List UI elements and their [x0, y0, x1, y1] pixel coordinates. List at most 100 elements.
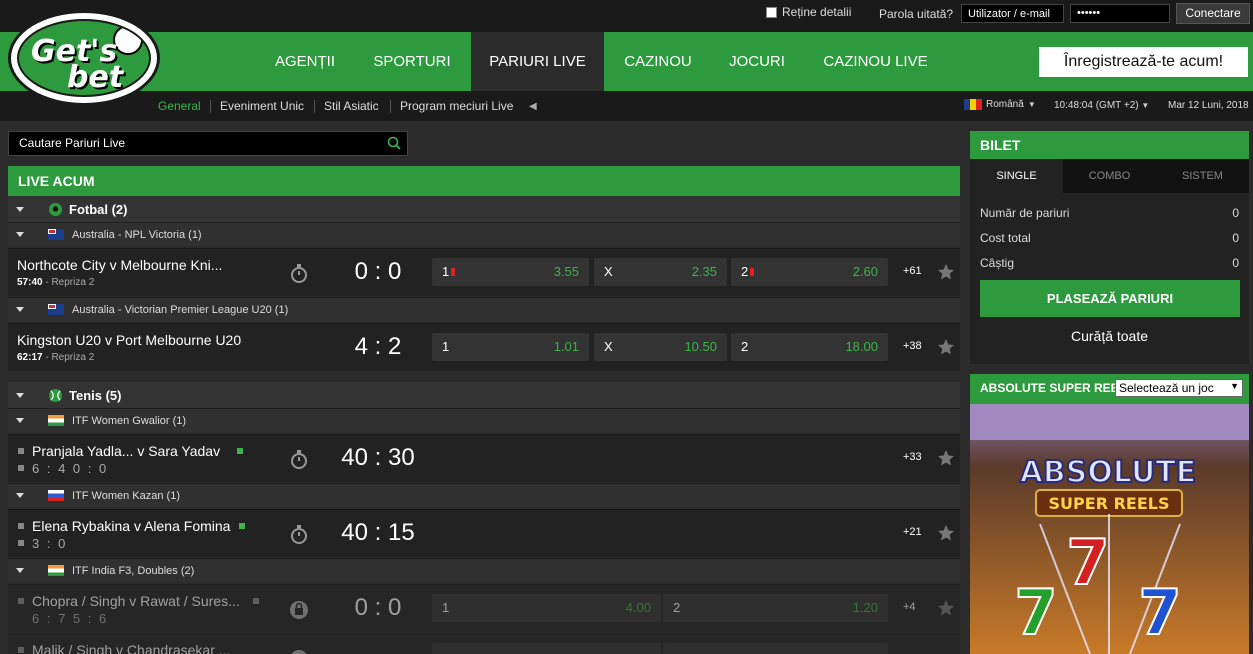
star-icon[interactable] [937, 599, 955, 617]
place-bets-button[interactable]: PLASEAZĂ PARIURI [980, 280, 1240, 317]
bets-count-value: 0 [1232, 206, 1239, 220]
star-icon[interactable] [937, 338, 955, 356]
star-icon[interactable] [937, 449, 955, 467]
serve-indicator [18, 523, 24, 529]
subnav-stil-asiatic[interactable]: Stil Asiatic [324, 99, 379, 113]
league-row[interactable]: ITF Women Kazan (1) [8, 483, 960, 507]
odd-button[interactable]: 2 1.20 [663, 594, 888, 622]
league-label: ITF India F3, Doubles (2) [72, 564, 195, 577]
match-row[interactable]: Elena Rybakina v Alena Fomina 3 : 0 40 :… [8, 509, 960, 557]
serve-indicator-active [237, 448, 243, 454]
star-icon[interactable] [937, 524, 955, 542]
league-label: Australia - Victorian Premier League U20… [72, 303, 289, 316]
seven-symbol-blue: 7 [1138, 576, 1181, 649]
tab-single[interactable]: SINGLE [970, 159, 1063, 193]
nav-cazinou-live[interactable]: CAZINOU LIVE [808, 32, 943, 91]
game-select-value: Selectează un joc [1119, 381, 1214, 395]
username-input[interactable]: Utilizator / e-mail [961, 4, 1064, 23]
odd-button[interactable]: X 10.50 [594, 333, 727, 361]
search-input[interactable]: Cautare Pariuri Live [8, 131, 408, 156]
register-button[interactable]: Înregistrează-te acum! [1039, 47, 1248, 77]
odd-button[interactable]: 1 3.55 [432, 258, 589, 286]
speaker-icon[interactable]: ◀ [529, 101, 537, 112]
odd-button[interactable]: 1 4.00 [432, 594, 661, 622]
match-teams[interactable]: Northcote City v Melbourne Kni... [17, 257, 222, 273]
subnav-program-live[interactable]: Program meciuri Live [400, 99, 513, 113]
match-row-suspended[interactable]: Chopra / Singh v Rawat / Sures... 6 : 7 … [8, 584, 960, 632]
match-clock: 62:17 [17, 352, 43, 363]
match-row[interactable]: Kingston U20 v Port Melbourne U20 62:17 … [8, 323, 960, 371]
slot-title-line1: ABSOLUTE [1020, 455, 1197, 490]
subnav-eveniment-unic[interactable]: Eveniment Unic [220, 99, 304, 113]
more-markets-link[interactable]: +21 [903, 526, 922, 538]
total-cost-value: 0 [1232, 231, 1239, 245]
odd-button[interactable]: 2 18.00 [731, 333, 888, 361]
login-button[interactable]: Conectare [1176, 3, 1250, 24]
slot-game-banner[interactable]: ABSOLUTE SUPER REELS 7 7 7 [970, 404, 1249, 654]
league-row[interactable]: Australia - Victorian Premier League U20… [8, 297, 960, 321]
sport-row-football[interactable]: Fotbal (2) [8, 196, 960, 222]
match-teams[interactable]: Pranjala Yadla... v Sara Yadav [32, 443, 220, 459]
set-scores: 6 : 4 0 : 0 [32, 461, 109, 476]
nav-jocuri[interactable]: JOCURI [713, 32, 801, 91]
match-teams[interactable]: Kingston U20 v Port Melbourne U20 [17, 332, 241, 348]
slot-title-line2: SUPER REELS [1049, 494, 1170, 513]
odd-value: 10.50 [684, 339, 717, 354]
collapse-icon [16, 206, 24, 212]
winnings-value: 0 [1232, 256, 1239, 270]
match-teams[interactable]: Elena Rybakina v Alena Fomina [32, 518, 230, 534]
clear-all-button[interactable]: Curăță toate [970, 328, 1249, 344]
tennis-icon [48, 388, 63, 402]
forgot-password-link[interactable]: Parola uitată? [879, 7, 953, 21]
sport-row-tennis[interactable]: Tenis (5) [8, 382, 960, 408]
odd-button[interactable]: X 2.35 [594, 258, 727, 286]
odd-value: 1.01 [553, 339, 579, 354]
match-clock: 57:40 [17, 277, 43, 288]
league-row[interactable]: ITF India F3, Doubles (2) [8, 558, 960, 582]
subnav-general[interactable]: General [158, 99, 201, 113]
odd-value: 3.55 [553, 264, 579, 279]
game-select[interactable]: Selectează un joc ▼ [1115, 379, 1243, 397]
language-selector[interactable]: Română ▼ [964, 99, 1036, 110]
collapse-icon [16, 307, 24, 312]
tab-combo[interactable]: COMBO [1063, 159, 1156, 193]
search-icon[interactable] [387, 136, 401, 150]
odd-value: 4.00 [625, 600, 651, 615]
league-row[interactable]: Australia - NPL Victoria (1) [8, 222, 960, 246]
time-display[interactable]: 10:48:04 (GMT +2) ▼ [1054, 100, 1149, 111]
tab-sistem[interactable]: SISTEM [1156, 159, 1249, 193]
match-row[interactable]: Northcote City v Melbourne Kni... 57:40 … [8, 248, 960, 296]
league-label: ITF Women Kazan (1) [72, 489, 180, 502]
top-bar: Reține detalii Parola uitată? Utilizator… [0, 0, 1253, 32]
nav-pariuri-live[interactable]: PARIURI LIVE [471, 32, 604, 91]
password-input[interactable]: •••••• [1070, 4, 1170, 23]
match-row-suspended[interactable]: Malik / Singh v Chandrasekar ... [8, 633, 960, 654]
nav-agentii[interactable]: AGENȚII [256, 32, 354, 91]
match-teams[interactable]: Malik / Singh v Chandrasekar ... [32, 642, 230, 654]
more-markets-link[interactable]: +4 [903, 601, 916, 613]
nav-sporturi[interactable]: SPORTURI [360, 32, 464, 91]
match-teams[interactable]: Chopra / Singh v Rawat / Sures... [32, 593, 240, 609]
star-icon[interactable] [937, 263, 955, 281]
logo[interactable]: Get's bet [8, 10, 160, 106]
odd-label-wrap: 1 [442, 264, 456, 279]
timer-icon [291, 525, 307, 544]
more-markets-link[interactable]: +38 [903, 340, 922, 352]
odd-label: 2 [741, 264, 749, 279]
odd-button[interactable]: 1 1.01 [432, 333, 589, 361]
odd-button[interactable] [663, 643, 888, 654]
seven-symbol-red: 7 [1066, 526, 1109, 599]
betslip-tabs: SINGLE COMBO SISTEM [970, 159, 1249, 193]
league-row[interactable]: ITF Women Gwalior (1) [8, 408, 960, 432]
serve-indicator [18, 448, 24, 454]
remember-checkbox[interactable] [766, 6, 777, 18]
odd-label: 2 [741, 339, 749, 354]
nav-cazinou[interactable]: CAZINOU [611, 32, 705, 91]
remember-details[interactable]: Reține detalii [766, 5, 851, 19]
more-markets-link[interactable]: +61 [903, 265, 922, 277]
match-row[interactable]: Pranjala Yadla... v Sara Yadav 6 : 4 0 :… [8, 434, 960, 482]
more-markets-link[interactable]: +33 [903, 451, 922, 463]
odd-button[interactable]: 2 2.60 [731, 258, 888, 286]
logo-text: Get's bet [31, 37, 123, 93]
odd-button[interactable] [432, 643, 661, 654]
